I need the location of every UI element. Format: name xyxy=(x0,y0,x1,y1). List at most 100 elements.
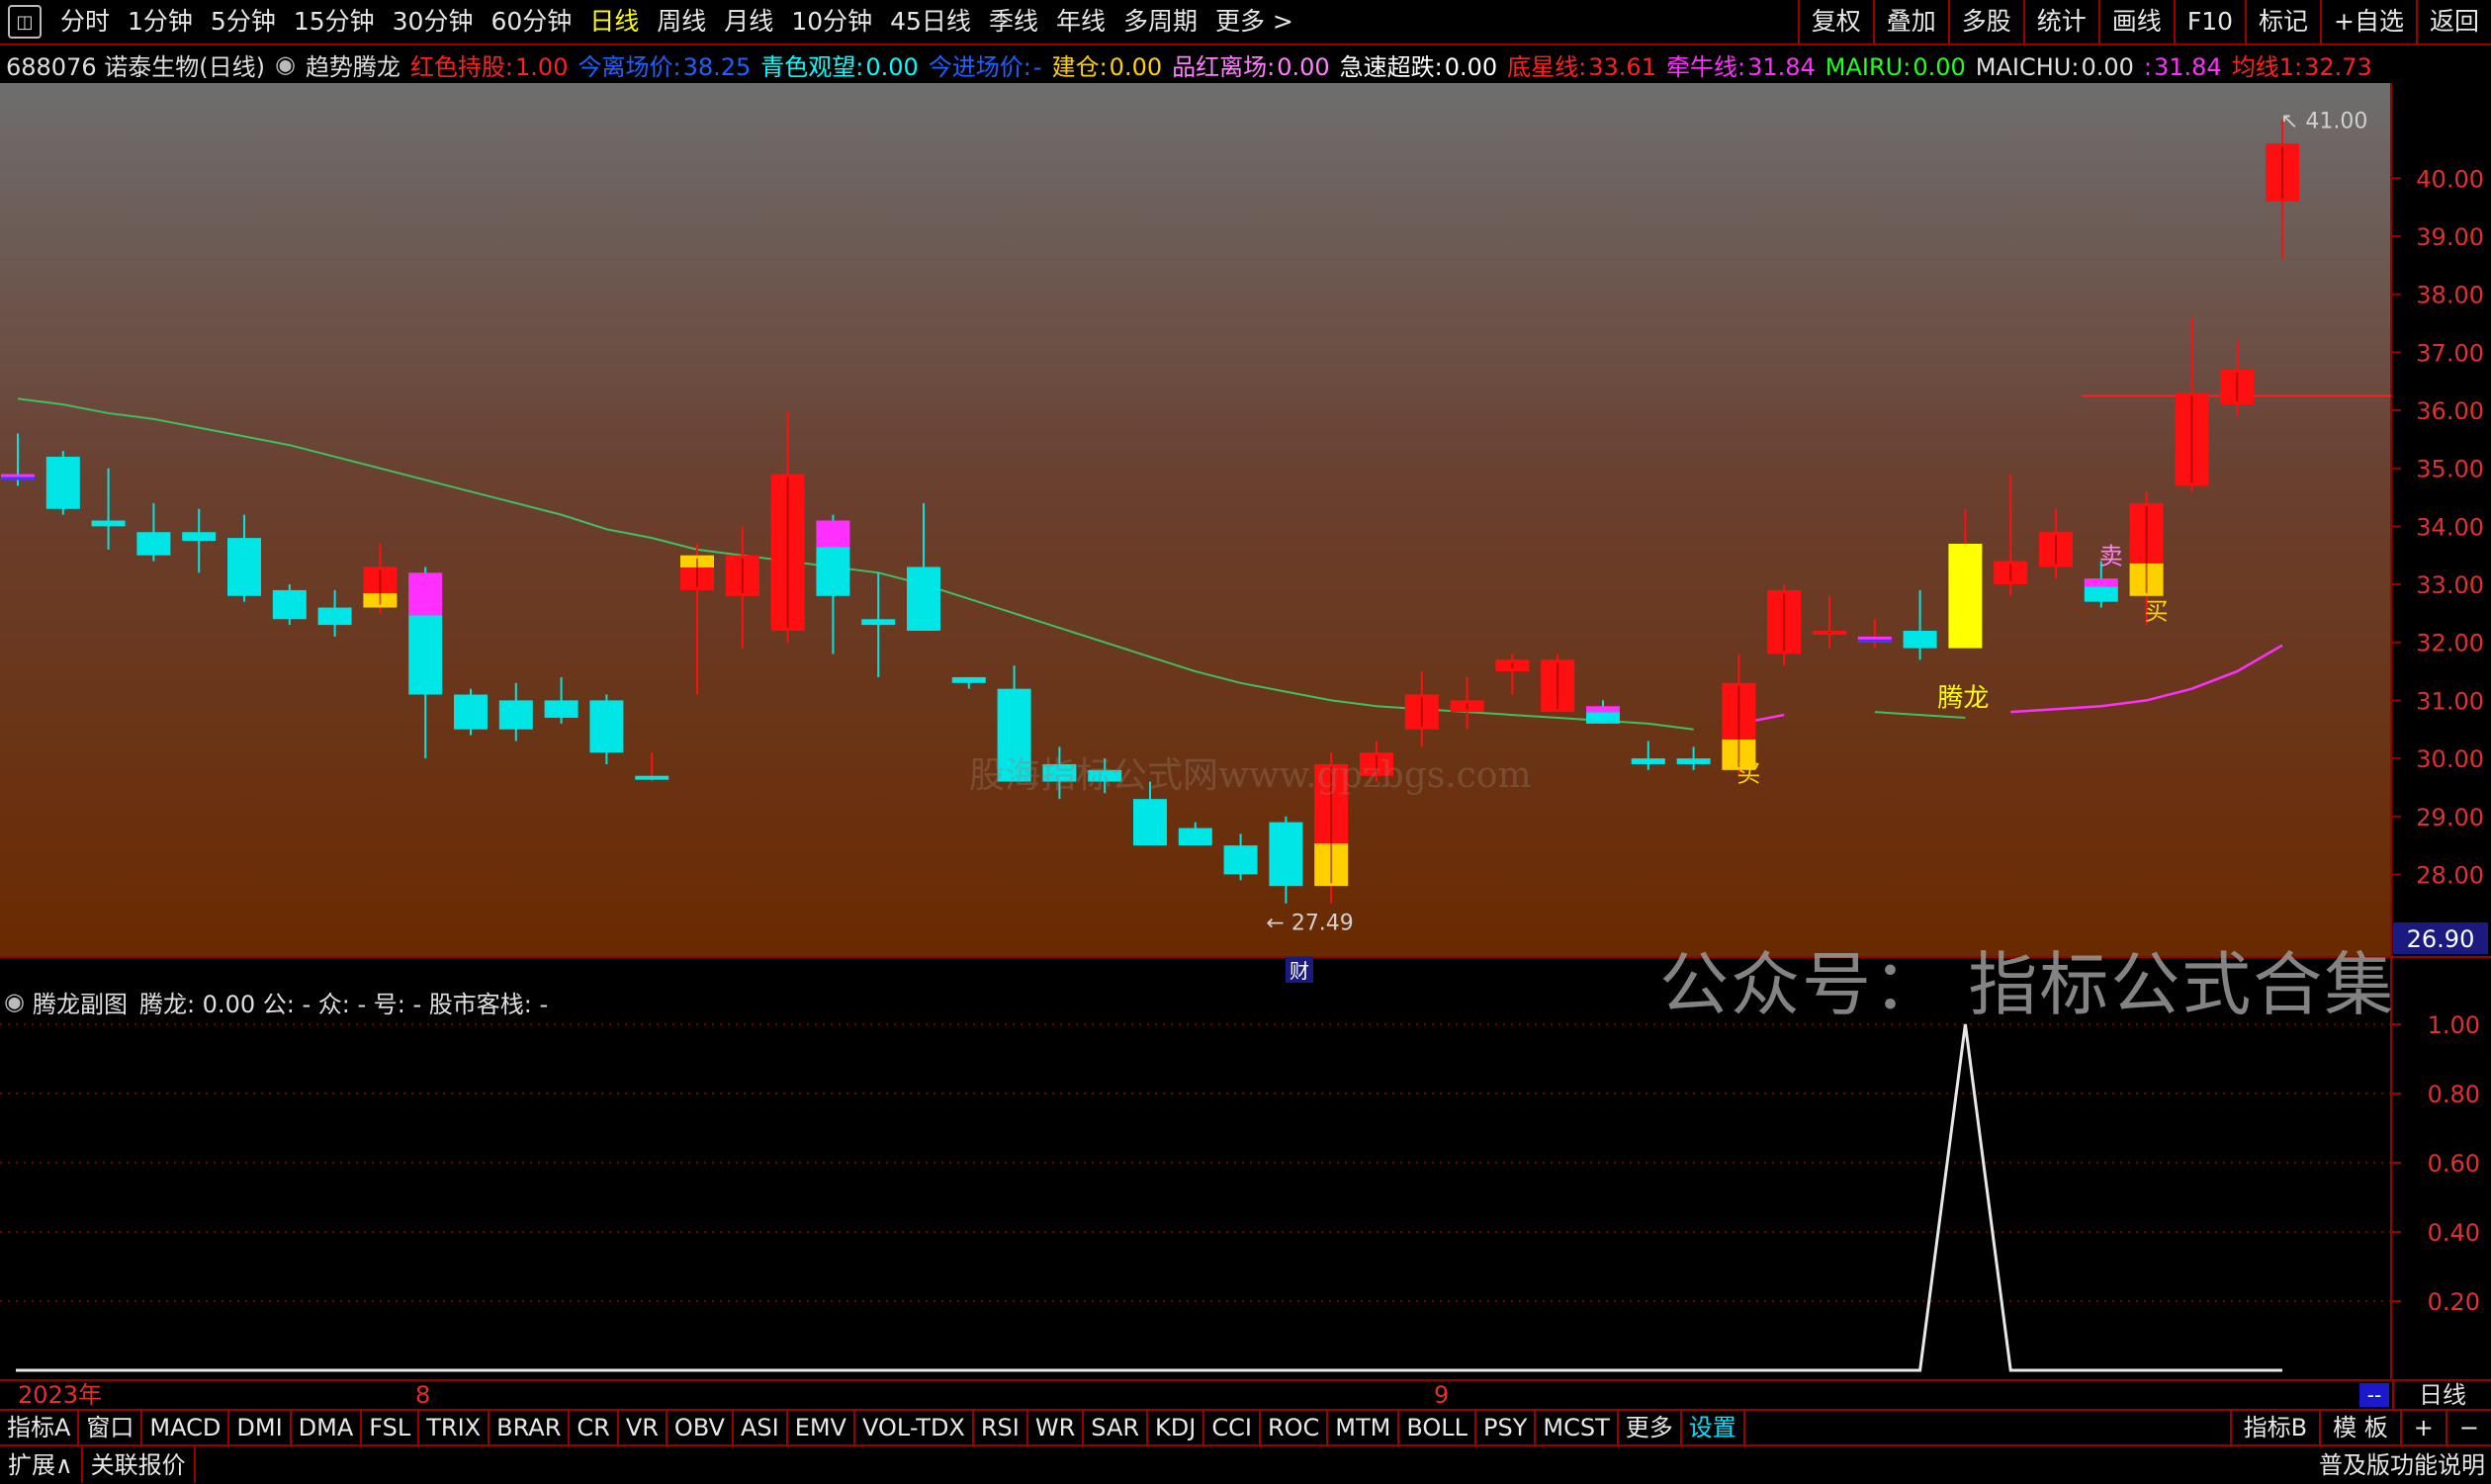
indicator-field-label: 今离场价: xyxy=(578,52,681,81)
sub-collapse-icon[interactable]: ◉ xyxy=(4,988,25,1015)
collapse-icon[interactable]: ◉ xyxy=(275,50,296,78)
indicator-tab[interactable]: 窗口 xyxy=(79,1411,143,1444)
indicator-tab[interactable]: VR xyxy=(619,1411,667,1444)
high-annotation: ↖ 41.00 xyxy=(2280,110,2367,134)
sell-signal: 卖 xyxy=(2099,543,2123,570)
toolbar-tool-button[interactable]: 多股 xyxy=(1947,0,2023,45)
date-axis: 2023年 8 9 -- 日线 xyxy=(0,1379,2491,1409)
indicator-field-value: 0.00 xyxy=(1913,52,1966,81)
indicator-tab[interactable]: DMI xyxy=(229,1411,292,1444)
indicator-field: 均线1:32.73 xyxy=(2232,53,2372,81)
toolbar-tool-button[interactable]: +自选 xyxy=(2320,0,2416,45)
indicator-field-value: 0.00 xyxy=(865,52,919,81)
menu-icon[interactable]: ◫ xyxy=(8,5,42,39)
indicator-tab[interactable]: MCST xyxy=(1536,1411,1619,1444)
toolbar-tool-button[interactable]: F10 xyxy=(2173,0,2245,45)
indicator-field: 品红离场:0.00 xyxy=(1172,53,1330,81)
price-label: 39.00 xyxy=(2416,223,2484,251)
indicator-tab[interactable]: FSL xyxy=(362,1411,420,1444)
period-tab[interactable]: 季线 xyxy=(980,0,1047,44)
period-tab[interactable]: 周线 xyxy=(648,0,715,44)
toolbar-tool-button[interactable]: 复权 xyxy=(1797,0,1873,45)
date-month-9: 9 xyxy=(1434,1381,1450,1409)
indicator-tab[interactable]: CR xyxy=(570,1411,619,1444)
indicator-tab[interactable]: SAR xyxy=(1084,1411,1149,1444)
indicator-field-label: : xyxy=(2143,52,2152,81)
indicator-tab[interactable]: PSY xyxy=(1476,1411,1537,1444)
candle[interactable] xyxy=(45,451,80,515)
period-tab[interactable]: 日线 xyxy=(580,0,648,44)
period-tab[interactable]: 30分钟 xyxy=(384,0,483,44)
indicator-field-label: 品红离场: xyxy=(1172,52,1276,81)
period-tab[interactable]: 年线 xyxy=(1047,0,1114,44)
toolbar-tool-button[interactable]: 统计 xyxy=(2022,0,2098,45)
sub-title[interactable]: 腾龙副图 xyxy=(33,985,128,1019)
indicator-tab[interactable]: TRIX xyxy=(419,1411,490,1444)
period-tab[interactable]: 60分钟 xyxy=(482,0,580,44)
indicator-right-button[interactable]: + xyxy=(2399,1411,2446,1444)
period-tab[interactable]: 更多 > xyxy=(1206,0,1302,44)
toolbar-tool-button[interactable]: 画线 xyxy=(2097,0,2174,45)
help-link[interactable]: 普及版功能说明 xyxy=(2319,1446,2485,1484)
period-tab[interactable]: 分时 xyxy=(51,0,119,44)
toolbar-tool-button[interactable]: 返回 xyxy=(2415,0,2491,45)
candle[interactable] xyxy=(1541,654,1575,713)
toolbar-tool-button[interactable]: 叠加 xyxy=(1872,0,1948,45)
period-tab[interactable]: 多周期 xyxy=(1114,0,1206,44)
indicator-right-button[interactable]: 模 板 xyxy=(2319,1411,2400,1444)
indicator-right-button[interactable]: − xyxy=(2445,1411,2491,1444)
indicator-tab[interactable]: OBV xyxy=(667,1411,734,1444)
indicator-field-label: 红色持股: xyxy=(409,52,514,81)
period-tab[interactable]: 10分钟 xyxy=(782,0,881,44)
toolbar-tool-button[interactable]: 标记 xyxy=(2245,0,2320,45)
indicator-tab[interactable]: EMV xyxy=(788,1411,855,1444)
period-tab[interactable]: 15分钟 xyxy=(285,0,384,44)
indicator-field-value: 0.00 xyxy=(2081,52,2134,81)
finance-marker-label: 财 xyxy=(1290,959,1309,983)
indicator-tab[interactable]: BOLL xyxy=(1399,1411,1477,1444)
period-tab[interactable]: 5分钟 xyxy=(202,0,285,44)
period-label[interactable]: 日线 xyxy=(2392,1381,2491,1409)
status-tab[interactable]: 关联报价 xyxy=(83,1447,196,1483)
low-annotation: ← 27.49 xyxy=(1266,911,1353,935)
price-label: 40.00 xyxy=(2416,165,2484,193)
indicator-tab[interactable]: KDJ xyxy=(1148,1411,1205,1444)
indicator-field: 今离场价:38.25 xyxy=(578,53,751,81)
indicator-tab[interactable]: ASI xyxy=(734,1411,788,1444)
indicator-tab[interactable]: WR xyxy=(1028,1411,1085,1444)
indicator-tab[interactable]: MTM xyxy=(1328,1411,1400,1444)
current-price-label: 26.90 xyxy=(2407,925,2475,953)
indicator-tab[interactable]: VOL-TDX xyxy=(855,1411,974,1444)
status-bar: 扩展∧ 关联报价 普及版功能说明 xyxy=(0,1444,2491,1484)
indicator-field-label: 青色观望: xyxy=(760,52,864,81)
candle[interactable] xyxy=(454,688,488,736)
period-tab[interactable]: 月线 xyxy=(715,0,782,44)
candle[interactable] xyxy=(1767,584,1802,666)
indicator-field-value: 0.00 xyxy=(1444,52,1498,81)
indicator-field-value: 31.84 xyxy=(2153,52,2222,81)
indicator-tab[interactable]: DMA xyxy=(292,1411,363,1444)
indicator-name[interactable]: 趋势腾龙 xyxy=(306,47,400,82)
indicator-tab[interactable]: CCI xyxy=(1204,1411,1261,1444)
indicator-tab-bar: 指标A 窗口 MACD DMI DMA FSL TRIX BRAR CR VR OBV ASI EMV V… xyxy=(0,1409,2491,1444)
indicator-field-value: 33.61 xyxy=(1588,52,1656,81)
indicator-tab[interactable]: 设置 xyxy=(1682,1411,1745,1444)
indicator-tab[interactable]: 指标A xyxy=(0,1411,80,1444)
date-month-8: 8 xyxy=(415,1381,431,1409)
indicator-tab[interactable]: RSI xyxy=(974,1411,1028,1444)
indicator-tab[interactable]: BRAR xyxy=(489,1411,571,1444)
candle[interactable] xyxy=(272,584,307,626)
indicator-tab[interactable]: MACD xyxy=(142,1411,230,1444)
period-tab[interactable]: 45日线 xyxy=(881,0,980,44)
indicator-right-button[interactable]: 指标B xyxy=(2229,1411,2319,1444)
period-toolbar: ◫ 分时 1分钟 5分钟 15分钟 30分钟 60分钟 日线 周线 月线 10分钟 45日线 季线 年线… xyxy=(0,0,2491,45)
indicator-field-label: MAIRU: xyxy=(1824,52,1912,81)
candlestick-chart[interactable]: 40.00 39.00 38.00 37.00 36.00 35.00 34.00 33.00… xyxy=(0,83,2491,985)
indicator-field-label: 今进场价: xyxy=(928,52,1031,81)
period-dash[interactable]: -- xyxy=(2359,1383,2389,1407)
sub-chart[interactable]: 1.00 0.80 0.60 0.40 0.20 xyxy=(0,985,2491,1379)
period-tab[interactable]: 1分钟 xyxy=(119,0,202,44)
indicator-tab[interactable]: ROC xyxy=(1261,1411,1329,1444)
status-tab[interactable]: 扩展∧ xyxy=(0,1447,83,1483)
indicator-tab[interactable]: 更多 xyxy=(1619,1411,1682,1444)
